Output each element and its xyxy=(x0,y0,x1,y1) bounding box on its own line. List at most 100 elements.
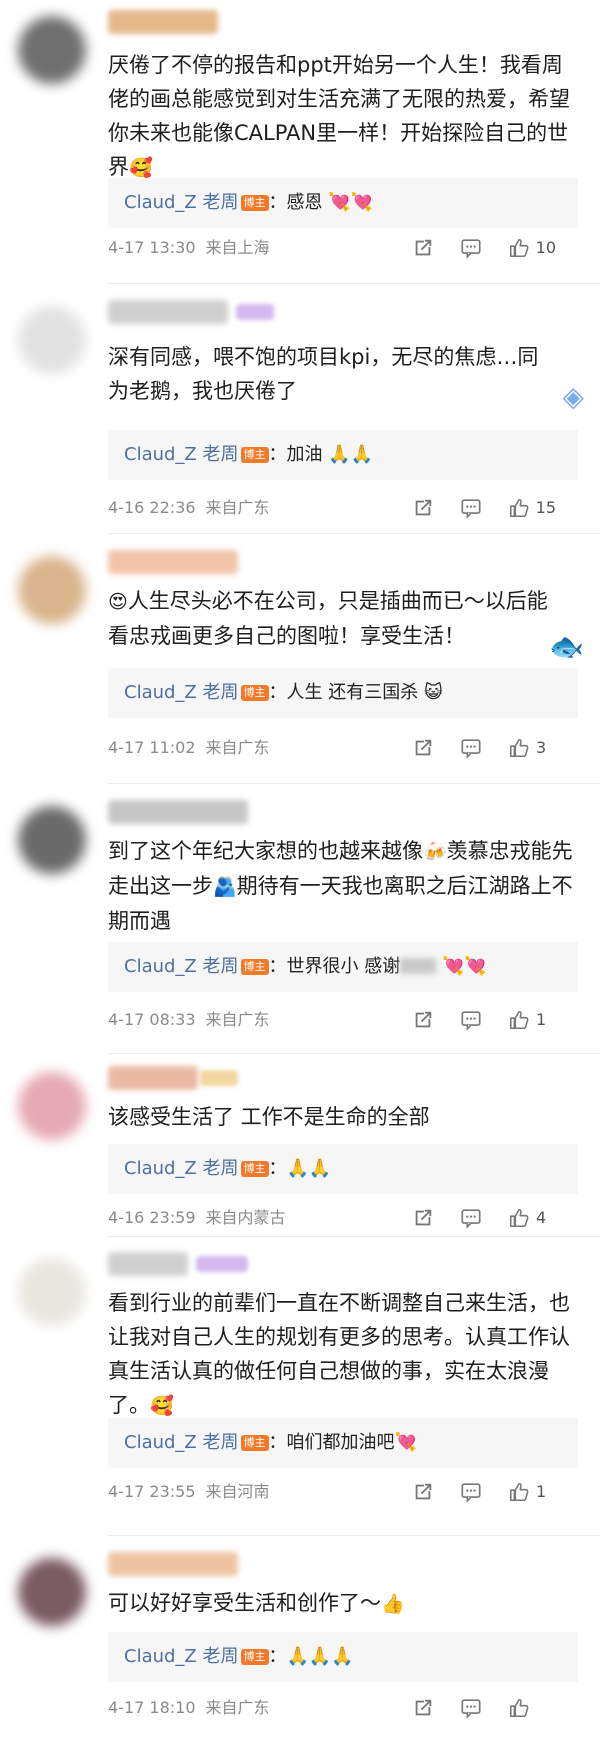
reply-author[interactable]: Claud_Z 老周 xyxy=(124,444,239,465)
avatar[interactable] xyxy=(18,806,86,874)
comment-text: 😍人生尽头必不在公司，只是插曲而已～以后能看忠戎画更多自己的图啦！享受生活！ xyxy=(108,584,548,653)
timestamp: 4-17 13:30 xyxy=(108,238,196,257)
divider xyxy=(108,783,600,784)
timestamp: 4-17 23:55 xyxy=(108,1482,196,1501)
reply-text: ：加油 xyxy=(268,444,323,465)
comment-meta: 4-17 23:55 来自河南 1 xyxy=(108,1478,578,1506)
blogger-badge: 博主 xyxy=(240,1649,269,1665)
avatar[interactable] xyxy=(18,556,86,624)
timestamp: 4-17 18:10 xyxy=(108,1698,196,1717)
timestamp: 4-16 22:36 xyxy=(108,498,196,517)
comment-meta: 4-17 18:10 来自广东 xyxy=(108,1694,578,1722)
thumbs-up-icon[interactable] xyxy=(508,1009,530,1031)
location: 来自广东 xyxy=(205,1010,270,1029)
username-blurred[interactable] xyxy=(108,1552,238,1576)
avatar[interactable] xyxy=(18,1558,86,1626)
reply-author[interactable]: Claud_Z 老周 xyxy=(124,1158,239,1179)
author-reply[interactable]: Claud_Z 老周 博主 ：人生 还有三国杀 😺 xyxy=(108,668,578,718)
like-count: 1 xyxy=(536,1010,547,1029)
thumbs-up-icon[interactable] xyxy=(508,497,530,519)
avatar[interactable] xyxy=(18,1072,86,1140)
reply-text: ： xyxy=(268,1646,287,1667)
username-blurred[interactable] xyxy=(108,1066,198,1090)
divider xyxy=(108,1535,600,1536)
reply-author[interactable]: Claud_Z 老周 xyxy=(124,956,239,977)
reply-author[interactable]: Claud_Z 老周 xyxy=(124,1432,239,1453)
reply-text: ：人生 还有三国杀 xyxy=(268,682,419,703)
author-reply[interactable]: Claud_Z 老周 博主 ：🙏🙏 xyxy=(108,1144,578,1194)
comment-meta: 4-17 13:30 来自上海 10 xyxy=(108,234,578,262)
share-icon[interactable] xyxy=(412,1697,434,1719)
username-blurred[interactable] xyxy=(108,300,228,324)
like-count: 4 xyxy=(536,1208,547,1227)
blogger-badge: 博主 xyxy=(240,447,269,463)
avatar[interactable] xyxy=(18,306,86,374)
avatar[interactable] xyxy=(18,16,86,84)
thumbs-up-icon[interactable] xyxy=(508,1207,530,1229)
comment-actions: 4 xyxy=(386,1204,556,1232)
comment-icon[interactable] xyxy=(460,1207,482,1229)
comment-item: 到了这个年纪大家想的也越来越像🍻羡慕忠戎能先走出这一步🫂期待有一天我也离职之后江… xyxy=(0,800,600,1050)
location: 来自广东 xyxy=(205,1698,270,1717)
comment-icon[interactable] xyxy=(460,1697,482,1719)
share-icon[interactable] xyxy=(412,1207,434,1229)
share-icon[interactable] xyxy=(412,737,434,759)
blurred-name xyxy=(400,958,437,974)
comment-text: 可以好好享受生活和创作了～👍 xyxy=(108,1586,578,1621)
thumbs-up-icon[interactable] xyxy=(508,1481,530,1503)
reply-text: ：世界很小 感谢 xyxy=(268,956,401,977)
divider xyxy=(108,1053,600,1054)
blogger-badge: 博主 xyxy=(240,1161,269,1177)
timestamp: 4-16 23:59 xyxy=(108,1208,196,1227)
share-icon[interactable] xyxy=(412,1481,434,1503)
like-count: 1 xyxy=(536,1482,547,1501)
divider xyxy=(108,1236,600,1237)
thumbs-up-icon[interactable] xyxy=(508,737,530,759)
location: 来自广东 xyxy=(205,738,270,757)
comment-meta: 4-17 11:02 来自广东 3 xyxy=(108,734,578,762)
comment-item: 😍人生尽头必不在公司，只是插曲而已～以后能看忠戎画更多自己的图啦！享受生活！ 🐟… xyxy=(0,550,600,780)
location: 来自内蒙古 xyxy=(205,1208,286,1227)
comment-icon[interactable] xyxy=(460,1009,482,1031)
reply-emoji: 💘 xyxy=(394,1432,417,1453)
comment-actions: 3 xyxy=(386,734,556,762)
share-icon[interactable] xyxy=(412,1009,434,1031)
username-blurred[interactable] xyxy=(108,1252,188,1276)
reply-emoji: 💘💘 xyxy=(328,192,374,213)
author-reply[interactable]: Claud_Z 老周 博主 ：感恩 💘💘 xyxy=(108,178,578,228)
comment-actions xyxy=(386,1694,556,1722)
user-badge xyxy=(200,1070,238,1086)
share-icon[interactable] xyxy=(412,237,434,259)
comment-meta: 4-17 08:33 来自广东 1 xyxy=(108,1006,578,1034)
comment-icon[interactable] xyxy=(460,497,482,519)
location: 来自上海 xyxy=(205,238,270,257)
username-blurred[interactable] xyxy=(108,800,248,824)
blogger-badge: 博主 xyxy=(240,685,269,701)
reply-author[interactable]: Claud_Z 老周 xyxy=(124,682,239,703)
comment-icon[interactable] xyxy=(460,1481,482,1503)
comment-meta: 4-16 22:36 来自广东 15 xyxy=(108,494,578,522)
thumbs-up-icon[interactable] xyxy=(508,237,530,259)
reply-author[interactable]: Claud_Z 老周 xyxy=(124,192,239,213)
author-reply[interactable]: Claud_Z 老周 博主 ：世界很小 感谢 💘💘 xyxy=(108,942,578,992)
comment-item: 可以好好享受生活和创作了～👍 Claud_Z 老周 博主 ：🙏🙏🙏 4-17 18:… xyxy=(0,1552,600,1742)
comment-text: 厌倦了不停的报告和ppt开始另一个人生！我看周佬的画总能感觉到对生活充满了无限的… xyxy=(108,48,578,185)
reply-emoji: 💘💘 xyxy=(441,956,487,977)
author-reply[interactable]: Claud_Z 老周 博主 ：加油 🙏🙏 xyxy=(108,430,578,480)
location: 来自广东 xyxy=(205,498,270,517)
timestamp: 4-17 08:33 xyxy=(108,1010,196,1029)
reply-author[interactable]: Claud_Z 老周 xyxy=(124,1646,239,1667)
username-blurred[interactable] xyxy=(108,10,218,34)
author-reply[interactable]: Claud_Z 老周 博主 ：🙏🙏🙏 xyxy=(108,1632,578,1682)
comment-text: 到了这个年纪大家想的也越来越像🍻羡慕忠戎能先走出这一步🫂期待有一天我也离职之后江… xyxy=(108,834,578,938)
avatar[interactable] xyxy=(18,1258,86,1326)
username-blurred[interactable] xyxy=(108,550,238,574)
comment-icon[interactable] xyxy=(460,737,482,759)
author-reply[interactable]: Claud_Z 老周 博主 ：咱们都加油吧💘 xyxy=(108,1418,578,1468)
hug-emoji: 🫂 xyxy=(213,876,237,898)
blogger-badge: 博主 xyxy=(240,1435,269,1451)
share-icon[interactable] xyxy=(412,497,434,519)
fish-sticker-icon: 🐟 xyxy=(549,630,584,663)
thumbs-up-icon[interactable] xyxy=(508,1697,530,1719)
comment-icon[interactable] xyxy=(460,237,482,259)
